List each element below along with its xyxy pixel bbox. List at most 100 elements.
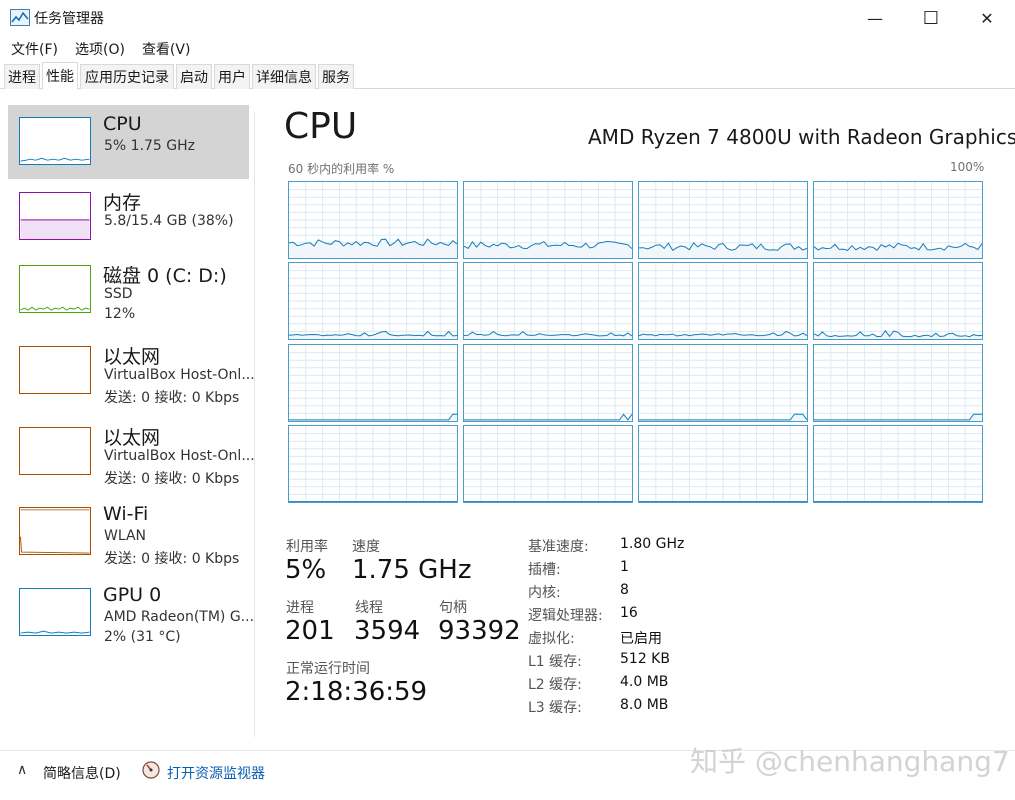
spec-value: 4.0 MB bbox=[620, 674, 669, 690]
fewer-details-button[interactable]: 简略信息(D) bbox=[43, 763, 121, 783]
menu-file[interactable]: 文件(F) bbox=[11, 39, 58, 59]
tab-details[interactable]: 详细信息 bbox=[252, 64, 316, 89]
tab-processes[interactable]: 进程 bbox=[4, 64, 40, 89]
watermark: 知乎 @chenhanghang7 bbox=[690, 745, 1010, 778]
utilization-graph-max: 100% bbox=[950, 160, 985, 174]
sidebar-item-gpu[interactable]: GPU 0 AMD Radeon(TM) G... 2% (31 °C) bbox=[8, 576, 254, 650]
task-manager-icon bbox=[10, 9, 30, 26]
cpu-core-graph bbox=[638, 262, 808, 340]
sidebar-item-detail: 5% 1.75 GHz bbox=[104, 138, 196, 154]
sidebar-divider bbox=[254, 112, 255, 737]
menu-options[interactable]: 选项(O) bbox=[75, 39, 125, 59]
cpu-core-graph bbox=[288, 181, 458, 259]
resource-sidebar: CPU 5% 1.75 GHz 内存 5.8/15.4 GB (38%) 磁盘 … bbox=[0, 95, 255, 750]
spec-label: 插槽: bbox=[528, 562, 561, 578]
sidebar-item-title: 以太网 bbox=[103, 427, 161, 449]
close-icon: ✕ bbox=[980, 8, 994, 28]
sidebar-item-detail: SSD bbox=[104, 286, 133, 302]
utilization-label: 利用率 bbox=[286, 539, 328, 555]
menu-view[interactable]: 查看(V) bbox=[142, 39, 191, 59]
sidebar-item-title: CPU bbox=[103, 113, 142, 135]
gpu-graph-icon bbox=[19, 588, 91, 636]
sidebar-item-cpu[interactable]: CPU 5% 1.75 GHz bbox=[8, 105, 249, 179]
tab-performance[interactable]: 性能 bbox=[42, 62, 78, 90]
sidebar-item-detail: 5.8/15.4 GB (38%) bbox=[104, 213, 234, 229]
sidebar-item-detail: 发送: 0 接收: 0 Kbps bbox=[104, 390, 240, 406]
sidebar-item-detail: 2% (31 °C) bbox=[104, 629, 181, 645]
cpu-model-name: AMD Ryzen 7 4800U with Radeon Graphics bbox=[588, 125, 1015, 149]
sidebar-item-detail: WLAN bbox=[104, 528, 147, 544]
spec-value: 1.80 GHz bbox=[620, 536, 685, 552]
cpu-core-graph bbox=[463, 262, 633, 340]
tab-services[interactable]: 服务 bbox=[318, 64, 354, 89]
sidebar-item-wifi[interactable]: Wi-Fi WLAN 发送: 0 接收: 0 Kbps bbox=[8, 495, 249, 569]
spec-label: 逻辑处理器: bbox=[528, 608, 603, 624]
sidebar-item-title: Wi-Fi bbox=[103, 503, 149, 525]
cpu-core-graph bbox=[813, 425, 983, 503]
sidebar-item-ethernet-2[interactable]: 以太网 VirtualBox Host-Onl... 发送: 0 接收: 0 K… bbox=[8, 415, 255, 489]
tab-startup[interactable]: 启动 bbox=[176, 64, 212, 89]
maximize-icon: ☐ bbox=[922, 7, 940, 29]
sidebar-item-title: 以太网 bbox=[103, 346, 161, 368]
page-title: CPU bbox=[284, 106, 358, 147]
cpu-core-graph bbox=[288, 344, 458, 422]
speed-value: 1.75 GHz bbox=[352, 555, 472, 585]
cpu-core-graph bbox=[813, 181, 983, 259]
sidebar-item-disk[interactable]: 磁盘 0 (C: D:) SSD 12% bbox=[8, 253, 249, 327]
sidebar-item-detail: VirtualBox Host-Onl... bbox=[104, 448, 255, 464]
sidebar-item-detail: AMD Radeon(TM) G... bbox=[104, 609, 255, 625]
cpu-core-graph bbox=[638, 425, 808, 503]
spec-label: 基准速度: bbox=[528, 539, 589, 555]
sidebar-item-title: 磁盘 0 (C: D:) bbox=[103, 265, 227, 287]
cpu-graph-icon bbox=[19, 117, 91, 165]
cpu-core-graph bbox=[813, 344, 983, 422]
close-button[interactable]: ✕ bbox=[958, 0, 1015, 36]
speed-label: 速度 bbox=[352, 539, 380, 555]
spec-value: 1 bbox=[620, 559, 629, 575]
sidebar-item-detail: 12% bbox=[104, 306, 136, 322]
handles-label: 句柄 bbox=[439, 600, 467, 616]
tab-app-history[interactable]: 应用历史记录 bbox=[80, 64, 174, 89]
menu-bar: 文件(F) 选项(O) 查看(V) bbox=[0, 36, 1015, 61]
sidebar-item-detail: 发送: 0 接收: 0 Kbps bbox=[104, 471, 240, 487]
cpu-core-graph bbox=[288, 425, 458, 503]
sidebar-item-ethernet-1[interactable]: 以太网 VirtualBox Host-Onl... 发送: 0 接收: 0 K… bbox=[8, 334, 255, 408]
ethernet-graph-icon bbox=[19, 427, 91, 475]
ethernet-graph-icon bbox=[19, 346, 91, 394]
processes-label: 进程 bbox=[286, 600, 314, 616]
spec-label: L1 缓存: bbox=[528, 654, 582, 670]
sidebar-item-detail: 发送: 0 接收: 0 Kbps bbox=[104, 551, 240, 567]
open-resource-monitor-link[interactable]: 打开资源监视器 bbox=[167, 763, 265, 783]
cpu-core-graph bbox=[638, 344, 808, 422]
threads-value: 3594 bbox=[354, 616, 421, 646]
utilization-graph-label: 60 秒内的利用率 % bbox=[288, 162, 395, 176]
cpu-core-graph bbox=[463, 181, 633, 259]
spec-value: 512 KB bbox=[620, 651, 670, 667]
utilization-value: 5% bbox=[285, 555, 327, 585]
maximize-button[interactable]: ☐ bbox=[902, 0, 960, 36]
wifi-graph-icon bbox=[19, 507, 91, 555]
title-bar: 任务管理器 — ☐ ✕ bbox=[0, 0, 1015, 36]
window-title: 任务管理器 bbox=[34, 11, 104, 27]
tab-bar: 进程 性能 应用历史记录 启动 用户 详细信息 服务 bbox=[0, 62, 1015, 90]
spec-label: L3 缓存: bbox=[528, 700, 582, 716]
chevron-up-icon[interactable]: ∧ bbox=[17, 762, 27, 778]
sidebar-item-title: 内存 bbox=[103, 192, 142, 214]
minimize-button[interactable]: — bbox=[846, 0, 904, 36]
spec-value: 8.0 MB bbox=[620, 697, 669, 713]
sidebar-item-title: GPU 0 bbox=[103, 584, 162, 606]
minimize-icon: — bbox=[867, 8, 883, 28]
sidebar-item-memory[interactable]: 内存 5.8/15.4 GB (38%) bbox=[8, 180, 249, 254]
spec-value: 16 bbox=[620, 605, 638, 621]
memory-graph-icon bbox=[19, 192, 91, 240]
uptime-value: 2:18:36:59 bbox=[285, 677, 428, 707]
cpu-core-graph bbox=[288, 262, 458, 340]
tab-users[interactable]: 用户 bbox=[214, 64, 250, 89]
cpu-core-graph bbox=[463, 344, 633, 422]
threads-label: 线程 bbox=[355, 600, 383, 616]
sidebar-item-detail: VirtualBox Host-Onl... bbox=[104, 367, 255, 383]
cpu-core-graph bbox=[638, 181, 808, 259]
spec-value: 已启用 bbox=[620, 631, 662, 647]
cpu-core-graph bbox=[463, 425, 633, 503]
resource-monitor-icon[interactable] bbox=[142, 761, 160, 779]
